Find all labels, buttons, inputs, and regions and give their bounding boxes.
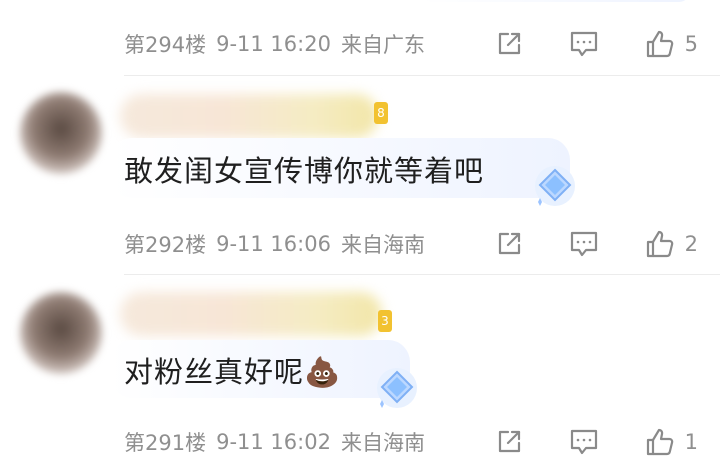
comment-actions: 2 <box>449 224 698 264</box>
thumbs-up-icon <box>646 230 673 258</box>
floor-number: 第292楼 <box>124 233 207 257</box>
like-count: 5 <box>684 32 698 56</box>
username[interactable] <box>120 94 378 138</box>
thumbs-up-icon <box>646 428 673 456</box>
share-button[interactable] <box>495 30 523 58</box>
like-button[interactable]: 5 <box>645 29 698 59</box>
reply-button[interactable] <box>569 230 599 258</box>
share-icon <box>498 232 520 255</box>
floor-number: 第294楼 <box>124 33 207 57</box>
comment-time: 9-11 16:02 <box>216 430 331 454</box>
poop-emoji: 💩 <box>304 355 342 389</box>
comment-meta: 第292楼 9-11 16:06 来自海南 2 <box>124 224 720 264</box>
like-count: 1 <box>684 430 698 454</box>
like-count: 2 <box>684 232 698 256</box>
comment-time: 9-11 16:20 <box>216 32 331 56</box>
comment-bubble <box>420 0 690 2</box>
comment-location: 来自海南 <box>340 431 425 455</box>
comment-location: 来自海南 <box>340 233 425 257</box>
comment-text-body: 对粉丝真好呢 <box>124 355 305 389</box>
comment-text: 敢发闺女宣传博你就等着吧 <box>124 154 485 188</box>
username[interactable] <box>120 292 382 336</box>
like-button[interactable]: 1 <box>645 427 698 457</box>
diamond-icon <box>377 368 417 408</box>
comment-location: 来自广东 <box>340 33 425 57</box>
comment-icon <box>570 31 597 57</box>
avatar[interactable] <box>20 292 102 374</box>
comment-meta: 第291楼 9-11 16:02 来自海南 1 <box>124 422 720 462</box>
divider <box>124 274 720 275</box>
avatar[interactable] <box>20 92 102 174</box>
comment-icon <box>570 231 597 257</box>
share-icon <box>498 32 520 55</box>
level-badge: 3 <box>378 310 392 332</box>
diamond-icon <box>535 166 575 206</box>
comment-actions: 5 <box>449 24 698 64</box>
thumbs-up-icon <box>646 30 673 58</box>
level-badge: 8 <box>374 102 388 124</box>
reply-button[interactable] <box>569 30 599 58</box>
comment-text: 对粉丝真好呢💩 <box>124 349 341 391</box>
comment-time: 9-11 16:06 <box>216 232 331 256</box>
divider <box>124 75 720 76</box>
share-button[interactable] <box>495 230 523 258</box>
comment-meta: 第294楼 9-11 16:20 来自广东 5 <box>124 24 720 64</box>
like-button[interactable]: 2 <box>645 229 698 259</box>
comment-actions: 1 <box>449 422 698 462</box>
floor-number: 第291楼 <box>124 431 207 455</box>
